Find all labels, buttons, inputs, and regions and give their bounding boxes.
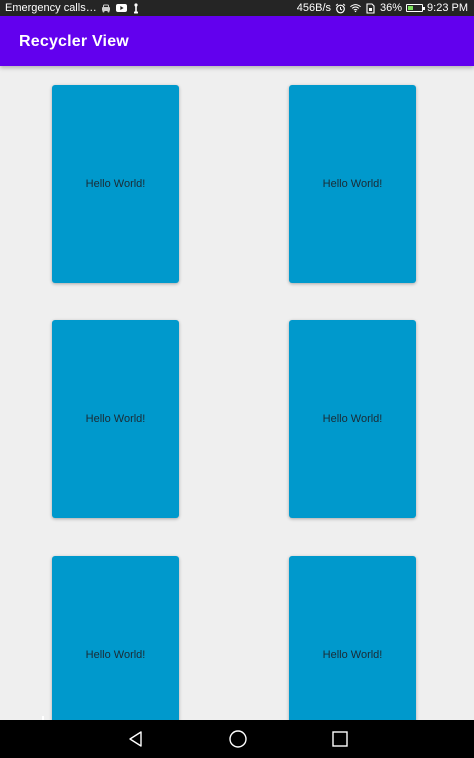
card-label: Hello World! bbox=[322, 413, 383, 425]
sim-icon bbox=[365, 2, 376, 14]
carrier-text: Emergency calls… bbox=[5, 2, 97, 14]
app-bar: Recycler View bbox=[0, 16, 474, 66]
scroll-indicator bbox=[42, 716, 44, 720]
network-speed: 456B/s bbox=[296, 2, 331, 14]
battery-percent: 36% bbox=[380, 2, 403, 14]
app-title: Recycler View bbox=[19, 33, 129, 50]
recycler-card[interactable]: Hello World! bbox=[289, 556, 416, 720]
recents-icon[interactable] bbox=[330, 729, 350, 749]
back-icon[interactable] bbox=[126, 729, 146, 749]
recycler-view[interactable]: Hello World! Hello World! Hello World! H… bbox=[0, 66, 474, 720]
navigation-bar bbox=[0, 720, 474, 758]
card-label: Hello World! bbox=[322, 178, 383, 190]
youtube-icon bbox=[115, 3, 127, 14]
card-label: Hello World! bbox=[85, 649, 146, 661]
recycler-card[interactable]: Hello World! bbox=[289, 85, 416, 283]
card-label: Hello World! bbox=[85, 413, 146, 425]
recycler-card[interactable]: Hello World! bbox=[52, 85, 179, 283]
alarm-icon bbox=[335, 3, 346, 14]
recycler-card[interactable]: Hello World! bbox=[52, 320, 179, 518]
car-icon bbox=[101, 3, 112, 14]
usb-icon bbox=[131, 2, 142, 14]
battery-level-fill bbox=[408, 6, 414, 10]
card-label: Hello World! bbox=[322, 649, 383, 661]
battery-icon bbox=[406, 4, 426, 12]
clock-time: 9:23 PM bbox=[427, 2, 468, 14]
recycler-card[interactable]: Hello World! bbox=[289, 320, 416, 518]
status-left: Emergency calls… bbox=[5, 0, 142, 16]
screen: Emergency calls… 456B/s 36% 9:23 PM Recy… bbox=[0, 0, 474, 758]
status-bar: Emergency calls… 456B/s 36% 9:23 PM bbox=[0, 0, 474, 16]
wifi-icon bbox=[350, 3, 361, 14]
home-icon[interactable] bbox=[228, 729, 248, 749]
card-label: Hello World! bbox=[85, 178, 146, 190]
status-right: 456B/s 36% 9:23 PM bbox=[297, 0, 468, 16]
recycler-card[interactable]: Hello World! bbox=[52, 556, 179, 720]
